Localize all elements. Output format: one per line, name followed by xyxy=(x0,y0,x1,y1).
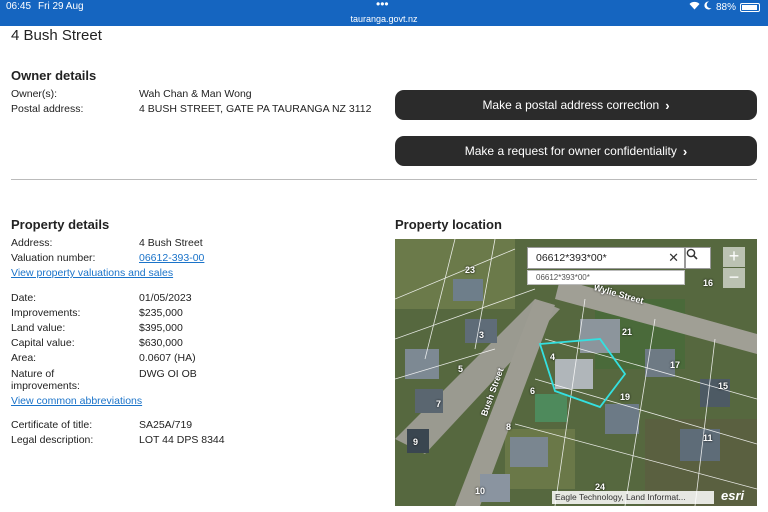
date-value: 01/05/2023 xyxy=(139,292,192,304)
status-time: 06:45 xyxy=(6,1,32,12)
parcel-number: 23 xyxy=(465,265,476,275)
certificate-value: SA25A/719 xyxy=(139,419,193,431)
view-valuations-link[interactable]: View property valuations and sales xyxy=(11,267,173,279)
parcel-number: 21 xyxy=(622,327,633,337)
valuation-number-label: Valuation number: xyxy=(11,252,96,264)
chevron-right-icon: › xyxy=(682,143,688,159)
map-search-input[interactable]: 06612*393*00* ✕ xyxy=(527,247,685,269)
esri-logo: esri xyxy=(721,488,745,503)
capital-value-label: Capital value: xyxy=(11,337,75,349)
battery-icon xyxy=(740,2,760,12)
section-divider xyxy=(11,179,757,180)
postal-address-label: Postal address: xyxy=(11,103,84,115)
moon-icon xyxy=(704,1,712,13)
nature-label-line2: improvements: xyxy=(11,380,80,392)
property-location-heading: Property location xyxy=(395,217,502,232)
legal-description-label: Legal description: xyxy=(11,434,94,446)
address-label: Address: xyxy=(11,237,53,249)
capital-value: $630,000 xyxy=(139,337,183,349)
property-details-heading: Property details xyxy=(11,217,110,232)
page-title: 4 Bush Street xyxy=(11,27,102,44)
owner-confidentiality-label: Make a request for owner confidentiality xyxy=(464,144,677,158)
nature-value: DWG OI OB xyxy=(139,368,197,380)
status-date: Fri 29 Aug xyxy=(38,1,84,12)
date-label: Date: xyxy=(11,292,37,304)
parcel-number: 5 xyxy=(458,364,464,374)
postal-address-value: 4 BUSH STREET, GATE PA TAURANGA NZ 3112 xyxy=(139,103,372,115)
area-value: 0.0607 (HA) xyxy=(139,352,196,364)
area-label: Area: xyxy=(11,352,37,364)
owners-value: Wah Chan & Man Wong xyxy=(139,88,252,100)
legal-description-value: LOT 44 DPS 8344 xyxy=(139,434,225,446)
parcel-number: 19 xyxy=(620,392,631,402)
zoom-in-button[interactable]: + xyxy=(723,247,745,267)
status-bar: 06:45 Fri 29 Aug ••• tauranga.govt.nz 88… xyxy=(0,0,768,26)
owners-label: Owner(s): xyxy=(11,88,58,100)
land-value-label: Land value: xyxy=(11,322,66,334)
parcel-number: 9 xyxy=(413,437,419,447)
land-value: $395,000 xyxy=(139,322,183,334)
parcel-number: 6 xyxy=(530,386,536,396)
wifi-icon xyxy=(689,1,700,13)
improvements-label: Improvements: xyxy=(11,307,81,319)
parcel-number: 3 xyxy=(479,330,485,340)
view-abbreviations-link[interactable]: View common abbreviations xyxy=(11,395,142,407)
parcel-number: 17 xyxy=(670,360,681,370)
improvements-value: $235,000 xyxy=(139,307,183,319)
parcel-number: 15 xyxy=(718,381,729,391)
tab-dots-icon[interactable]: ••• xyxy=(376,0,389,11)
address-value: 4 Bush Street xyxy=(139,237,203,249)
battery-percent: 88% xyxy=(715,1,736,13)
map-search-suggestion[interactable]: 06612*393*00* xyxy=(527,270,685,285)
postal-correction-label: Make a postal address correction xyxy=(482,98,660,112)
postal-address-correction-button[interactable]: Make a postal address correction › xyxy=(395,90,757,120)
parcel-number: 7 xyxy=(436,399,442,409)
owner-confidentiality-button[interactable]: Make a request for owner confidentiality… xyxy=(395,136,757,166)
url-label[interactable]: tauranga.govt.nz xyxy=(0,14,768,24)
parcel-number: 10 xyxy=(475,486,486,496)
chevron-right-icon: › xyxy=(665,97,670,113)
map-attribution[interactable]: Eagle Technology, Land Informat... xyxy=(552,491,714,504)
nature-label-line1: Nature of xyxy=(11,368,55,380)
parcel-number: 4 xyxy=(550,352,556,362)
certificate-label: Certificate of title: xyxy=(11,419,93,431)
parcel-number: 11 xyxy=(703,433,713,443)
close-icon[interactable]: ✕ xyxy=(668,250,679,266)
parcel-number: 8 xyxy=(506,422,512,432)
parcel-number: 16 xyxy=(703,278,714,288)
status-right: 88% xyxy=(689,1,760,13)
map-search-value: 06612*393*00* xyxy=(536,252,607,264)
property-map[interactable]: Wylie Street Bush Street 23 16 3 21 4 5 … xyxy=(395,239,757,506)
zoom-out-button[interactable]: − xyxy=(723,268,745,288)
map-search-button[interactable] xyxy=(685,247,711,269)
valuation-number-link[interactable]: 06612-393-00 xyxy=(139,252,204,264)
owner-details-heading: Owner details xyxy=(11,68,97,83)
